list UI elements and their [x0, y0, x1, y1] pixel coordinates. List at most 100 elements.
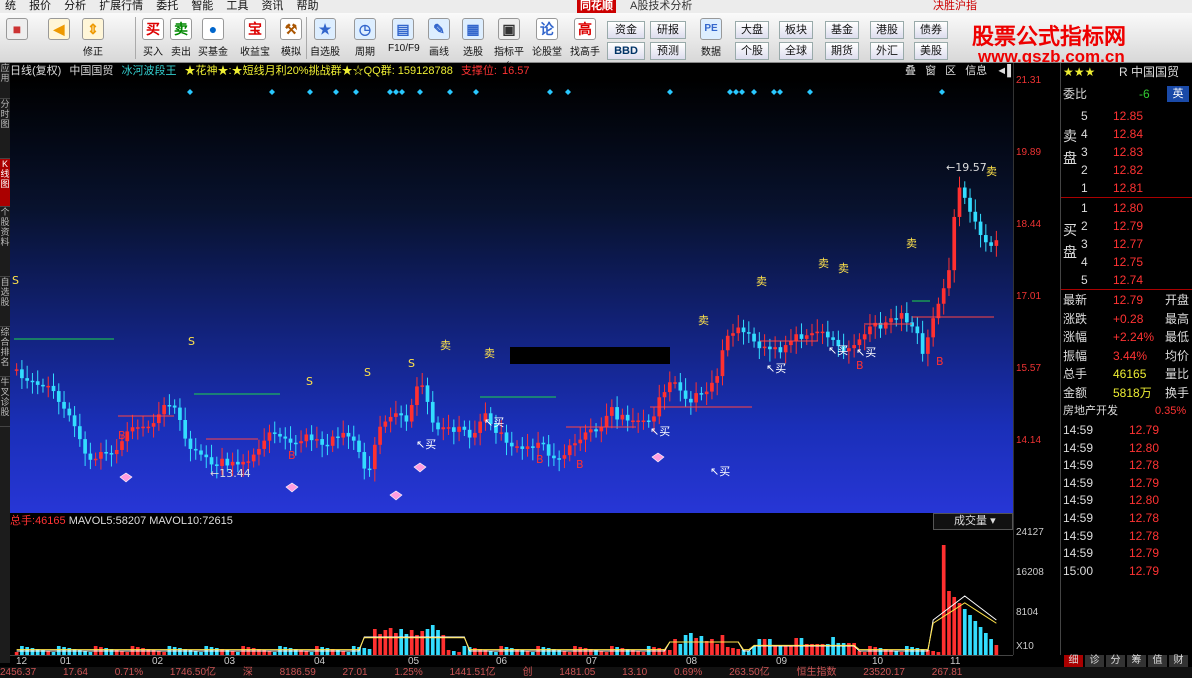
- small-button[interactable]: 预测: [650, 42, 686, 60]
- quote-tab[interactable]: 诊: [1085, 655, 1105, 667]
- candle-body: [120, 441, 124, 450]
- menu-item[interactable]: 统: [5, 0, 16, 13]
- small-button[interactable]: 外汇: [870, 42, 904, 60]
- simulate-button[interactable]: ⚒ 模拟: [276, 16, 306, 62]
- quote-tab[interactable]: 值: [1148, 655, 1168, 667]
- candle-body: [146, 426, 151, 429]
- left-tab[interactable]: 综合排名: [0, 327, 10, 377]
- small-button[interactable]: 板块: [779, 21, 813, 39]
- info-button[interactable]: 信息: [965, 65, 987, 77]
- signal-diamond: [399, 89, 405, 95]
- indicator-dropdown[interactable]: 成交量 ▾: [933, 513, 1013, 530]
- small-button[interactable]: BBD: [607, 42, 645, 60]
- signal-diamond: [807, 89, 813, 95]
- back-button[interactable]: ◀: [44, 16, 74, 62]
- candle-body: [557, 458, 562, 460]
- indicator-name[interactable]: 冰河波段王: [121, 65, 176, 77]
- menu-item[interactable]: 帮助: [297, 0, 319, 13]
- small-button[interactable]: 期货: [825, 42, 859, 60]
- window-button[interactable]: 窗: [925, 65, 936, 77]
- buy-button[interactable]: 买买入: [138, 16, 168, 62]
- sell-row: 5 12.85: [1061, 107, 1192, 125]
- ticker-value: 2456.37: [0, 667, 37, 678]
- mavol5-value: 58207: [115, 515, 147, 527]
- ticker-value: 1481.05: [559, 667, 596, 678]
- small-button[interactable]: 港股: [870, 21, 904, 39]
- tick-row: 14:59 12.79: [1061, 421, 1192, 439]
- kline-chart[interactable]: ↖买 ↖买 ↖买 ↖买 ↖买 ↖买 ↖买卖卖卖卖卖卖卖卖 S S S S S B B B B B B ←13.44 ←…: [10, 79, 1013, 513]
- candle-body: [710, 382, 714, 392]
- left-tab[interactable]: 分时图: [0, 99, 10, 159]
- sell-level: 5: [1081, 109, 1088, 123]
- menu-right-text[interactable]: 决胜沪指: [933, 0, 977, 13]
- quote-tab[interactable]: 细: [1064, 655, 1084, 667]
- volume-bar: [962, 609, 967, 655]
- quote-tab[interactable]: 筹: [1127, 655, 1147, 667]
- period-label[interactable]: 日线(复权): [10, 65, 61, 77]
- tick-row: 14:59 12.78: [1061, 509, 1192, 527]
- left-tab[interactable]: 自选股: [0, 277, 10, 327]
- menu-item[interactable]: 工具: [226, 0, 248, 13]
- volume-chart[interactable]: [10, 530, 1013, 655]
- small-button[interactable]: 研报: [650, 21, 686, 39]
- home-button[interactable]: ■: [2, 16, 32, 62]
- menu-item[interactable]: 分析: [64, 0, 86, 13]
- small-button[interactable]: 基金: [825, 21, 859, 39]
- indicator-platform-button[interactable]: ▣指标平台: [494, 16, 524, 73]
- small-button[interactable]: 全球: [779, 42, 813, 60]
- yield-button[interactable]: 宝收益宝: [240, 16, 270, 62]
- period-button[interactable]: ◷ 周期: [350, 16, 380, 62]
- small-button[interactable]: 债券: [914, 21, 948, 39]
- data-button[interactable]: PE 数据: [696, 16, 726, 62]
- ticker-value: 1746.50亿: [169, 667, 217, 678]
- quote-tab[interactable]: 分: [1106, 655, 1126, 667]
- menu-item[interactable]: 资讯: [261, 0, 283, 13]
- tick-time: 14:59: [1063, 440, 1094, 455]
- range-button[interactable]: 区: [945, 65, 956, 77]
- small-button[interactable]: 资金: [607, 21, 645, 39]
- candle-body: [325, 444, 330, 447]
- expert-button[interactable]: 高找高手: [570, 16, 600, 62]
- small-button[interactable]: 大盘: [735, 21, 769, 39]
- candle-body: [14, 369, 19, 371]
- sector-name[interactable]: 房地产开发: [1063, 402, 1118, 420]
- forum-button[interactable]: 论论股堂: [532, 16, 562, 62]
- menu-item[interactable]: 报价: [29, 0, 51, 13]
- sell-button[interactable]: 卖卖出: [166, 16, 196, 62]
- english-badge[interactable]: 英: [1167, 86, 1189, 102]
- menu-item[interactable]: 扩展行情: [99, 0, 143, 13]
- candle-body: [794, 334, 799, 342]
- candle-body: [109, 453, 114, 455]
- fund-icon: ●: [202, 18, 224, 40]
- f10-button[interactable]: ▤ F10/F9: [388, 16, 420, 62]
- small-button[interactable]: 个股: [735, 42, 769, 60]
- volume-bar: [952, 597, 957, 655]
- sell-price: 12.81: [1113, 181, 1144, 195]
- overlay-button[interactable]: 叠: [905, 65, 916, 77]
- quote-tab[interactable]: 财: [1169, 655, 1189, 667]
- candle-body: [583, 432, 588, 440]
- candle-body: [768, 346, 772, 350]
- left-tab-active[interactable]: K线图: [0, 159, 10, 207]
- buy-level: 1: [1081, 201, 1088, 215]
- watchlist-button[interactable]: ★ 自选股: [310, 16, 340, 62]
- fix-button[interactable]: ⇕ 修正: [78, 16, 108, 62]
- draw-label: 画线: [429, 47, 449, 58]
- left-tab[interactable]: 应用: [0, 63, 10, 99]
- buy-price: 12.75: [1113, 255, 1144, 269]
- draw-button[interactable]: ✎ 画线: [424, 16, 454, 62]
- left-tab[interactable]: 个股资料: [0, 207, 10, 277]
- menu-item[interactable]: 委托: [156, 0, 178, 13]
- menu-item[interactable]: 智能: [191, 0, 213, 13]
- candle-body: [315, 439, 319, 441]
- buy-marker: ↖买: [484, 416, 504, 429]
- sell-level: 2: [1081, 163, 1088, 177]
- left-tab[interactable]: 牛叉诊股: [0, 377, 10, 427]
- sell-level: 1: [1081, 181, 1088, 195]
- candle-body: [831, 337, 835, 340]
- buy-fund-button[interactable]: ● 买基金: [198, 16, 228, 62]
- chevron-down-icon: ▾: [990, 515, 996, 527]
- screener-button[interactable]: ▦ 选股: [458, 16, 488, 62]
- small-button[interactable]: 美股: [914, 42, 948, 60]
- candle-body: [704, 391, 709, 395]
